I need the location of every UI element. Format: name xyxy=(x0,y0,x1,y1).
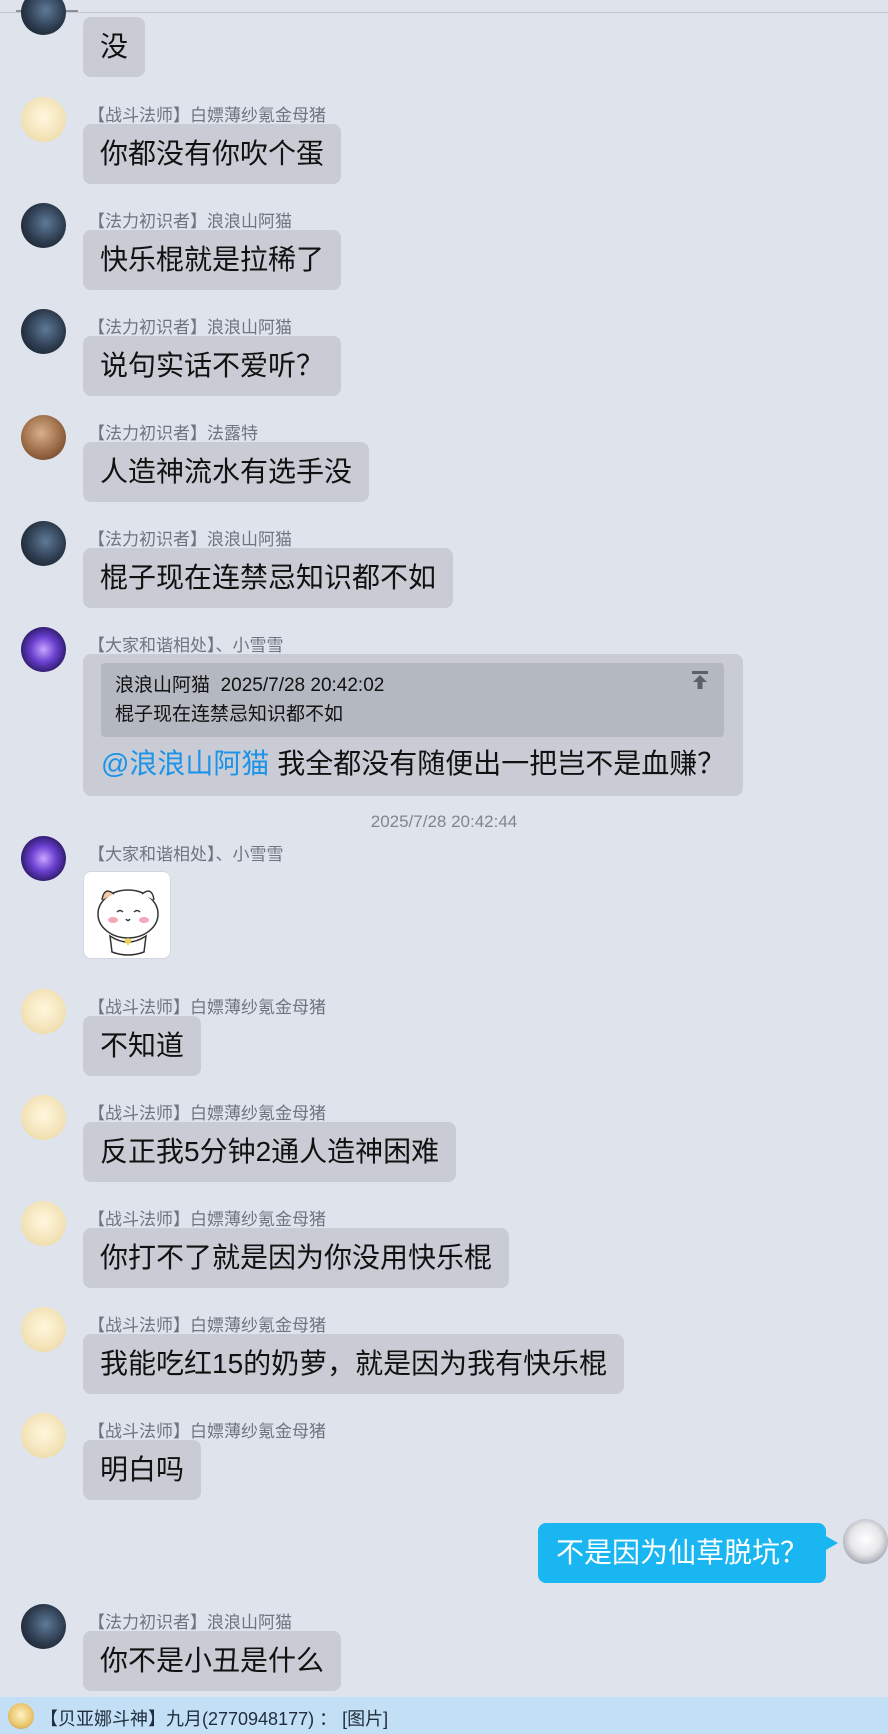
header-divider xyxy=(0,12,888,13)
message-bubble[interactable]: 棍子现在连禁忌知识都不如 xyxy=(83,548,454,608)
sender-name[interactable]: 【法力初识者】浪浪山阿猫 xyxy=(88,313,292,338)
avatar[interactable] xyxy=(21,521,66,566)
quoted-header: 浪浪山阿猫 2025/7/28 20:42:02 xyxy=(115,670,384,697)
bubble-tail-icon xyxy=(824,1535,838,1551)
avatar[interactable] xyxy=(21,989,66,1034)
time-divider: 2025/7/28 20:42:44 xyxy=(370,812,518,831)
avatar[interactable] xyxy=(21,415,66,460)
quoted-author: 浪浪山阿猫 xyxy=(115,675,211,696)
quoted-time: 2025/7/28 20:42:02 xyxy=(220,675,385,696)
message-bubble[interactable]: 你打不了就是因为你没用快乐棍 xyxy=(83,1228,510,1288)
message-bubble[interactable]: 明白吗 xyxy=(83,1440,202,1500)
sticker-image[interactable] xyxy=(83,871,171,959)
message-bubble[interactable]: 说句实话不爱听？ xyxy=(83,336,342,396)
avatar[interactable] xyxy=(21,309,66,354)
avatar[interactable] xyxy=(21,203,66,248)
sender-name[interactable]: 【法力初识者】浪浪山阿猫 xyxy=(88,525,292,550)
avatar[interactable] xyxy=(21,97,66,142)
avatar[interactable] xyxy=(21,1201,66,1246)
scroll-to-quoted-icon[interactable] xyxy=(690,670,710,690)
avatar[interactable] xyxy=(21,1413,66,1458)
sender-name[interactable]: 【战斗法师】白嫖薄纱氪金母猪 xyxy=(88,101,326,126)
sender-name[interactable]: 【战斗法师】白嫖薄纱氪金母猪 xyxy=(88,1099,326,1124)
avatar[interactable] xyxy=(21,627,66,672)
reply-text: @浪浪山阿猫 我全都没有随便出一把岂不是血赚？ xyxy=(101,747,725,781)
quoted-text: 棍子现在连禁忌知识都不如 xyxy=(115,704,344,725)
sender-name[interactable]: 【战斗法师】白嫖薄纱氪金母猪 xyxy=(88,1417,326,1442)
sender-name[interactable]: 【战斗法师】白嫖薄纱氪金母猪 xyxy=(88,1205,326,1230)
sender-name[interactable]: 【战斗法师】白嫖薄纱氪金母猪 xyxy=(88,993,326,1018)
avatar[interactable] xyxy=(21,836,66,881)
my-avatar[interactable] xyxy=(843,1519,888,1564)
notice-text[interactable]: 【贝亚娜斗神】九月(2770948177) ： [图片] xyxy=(40,1705,388,1731)
message-bubble[interactable]: 人造神流水有选手没 xyxy=(83,442,370,502)
notice-avatar xyxy=(8,1703,34,1729)
message-bubble[interactable]: 快乐棍就是拉稀了 xyxy=(83,230,342,290)
reply-body: 我全都没有随便出一把岂不是血赚？ xyxy=(269,748,726,779)
message-bubble[interactable]: 不知道 xyxy=(83,1016,202,1076)
sender-name[interactable]: 【法力初识者】法露特 xyxy=(88,419,258,444)
sender-name[interactable]: 【法力初识者】浪浪山阿猫 xyxy=(88,207,292,232)
sender-name[interactable]: 【大家和谐相处】、小雪雪 xyxy=(88,631,284,656)
avatar[interactable] xyxy=(21,0,66,35)
message-bubble[interactable]: 你都没有你吹个蛋 xyxy=(83,124,342,184)
avatar[interactable] xyxy=(21,1604,66,1649)
sender-name[interactable]: 【法力初识者】浪浪山阿猫 xyxy=(88,1608,292,1633)
message-bubble[interactable]: 反正我5分钟2通人造神困难 xyxy=(83,1122,457,1182)
mention-link[interactable]: @浪浪山阿猫 xyxy=(101,748,269,779)
sender-name[interactable]: 【战斗法师】白嫖薄纱氪金母猪 xyxy=(88,1311,326,1336)
avatar[interactable] xyxy=(21,1095,66,1140)
my-message-bubble[interactable]: 不是因为仙草脱坑？ xyxy=(538,1523,827,1583)
message-bubble[interactable]: 我能吃红15的奶萝，就是因为我有快乐棍 xyxy=(83,1334,625,1394)
message-bubble[interactable]: 你不是小丑是什么 xyxy=(83,1631,342,1691)
cat-sticker-icon xyxy=(97,889,159,956)
message-bubble[interactable]: 没 xyxy=(83,17,146,77)
sender-name[interactable]: 【大家和谐相处】、小雪雪 xyxy=(88,840,284,865)
avatar[interactable] xyxy=(21,1307,66,1352)
